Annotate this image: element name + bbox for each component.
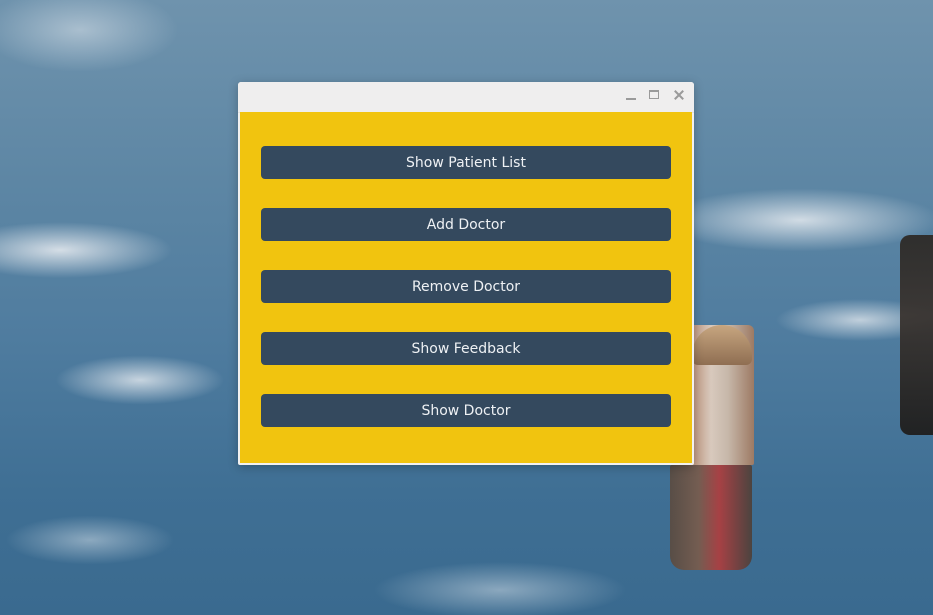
app-window: Show Patient List Add Doctor Remove Doct…	[238, 82, 694, 465]
post-reflection	[670, 465, 752, 570]
window-titlebar[interactable]	[238, 82, 694, 113]
remove-doctor-button[interactable]: Remove Doctor	[261, 270, 671, 303]
show-patient-list-button[interactable]: Show Patient List	[261, 146, 671, 179]
maximize-icon[interactable]	[648, 88, 662, 102]
minimize-icon[interactable]	[624, 88, 638, 102]
window-controls	[624, 88, 686, 102]
show-feedback-button[interactable]: Show Feedback	[261, 332, 671, 365]
window-content: Show Patient List Add Doctor Remove Doct…	[240, 112, 692, 463]
close-icon[interactable]	[672, 88, 686, 102]
add-doctor-button[interactable]: Add Doctor	[261, 208, 671, 241]
show-doctor-button[interactable]: Show Doctor	[261, 394, 671, 427]
right-edge-object	[900, 235, 933, 435]
